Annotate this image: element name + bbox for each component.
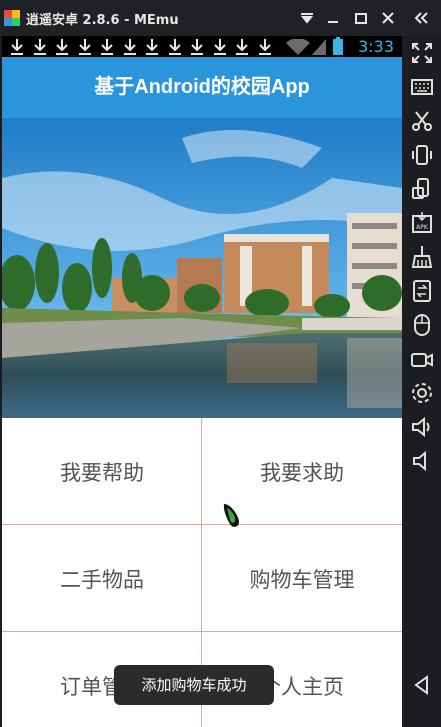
- download-icon: [236, 39, 248, 55]
- download-icon: [168, 39, 181, 55]
- broom-icon[interactable]: [409, 244, 435, 270]
- rotate-icon[interactable]: [409, 176, 435, 202]
- download-icon: [101, 39, 113, 55]
- svg-text:APK: APK: [416, 224, 429, 231]
- minimize-icon[interactable]: [320, 6, 346, 30]
- wifi-icon: [286, 39, 310, 55]
- menu-label: 二手物品: [60, 567, 144, 592]
- pin-icon[interactable]: [294, 6, 320, 30]
- cart-management-button[interactable]: 购物车管理: [202, 525, 402, 632]
- collapse-sidebar-icon[interactable]: [408, 6, 434, 30]
- emulator-sidebar: APK: [404, 36, 441, 727]
- volume-up-icon[interactable]: [409, 414, 435, 440]
- video-record-icon[interactable]: [409, 346, 435, 372]
- status-time: 3:33: [358, 37, 394, 56]
- close-icon[interactable]: [375, 6, 401, 30]
- maximize-icon[interactable]: [348, 6, 374, 30]
- battery-icon: [333, 37, 343, 55]
- grid-divider: [2, 631, 402, 632]
- window-title: 逍遥安卓 2.8.6 - MEmu: [26, 13, 179, 28]
- android-screen: 3:33 基于Android的校园App 我要帮助 我要求助 二手物品 购物车管…: [2, 36, 402, 727]
- fullscreen-icon[interactable]: [409, 40, 435, 66]
- download-icon: [11, 39, 23, 55]
- download-icon: [146, 39, 158, 55]
- signal-icon: [312, 39, 326, 55]
- volume-down-icon[interactable]: [409, 448, 435, 474]
- transfer-icon[interactable]: [409, 278, 435, 304]
- download-icon: [56, 39, 68, 55]
- keyboard-icon[interactable]: [409, 74, 435, 100]
- shake-icon[interactable]: [409, 142, 435, 168]
- menu-label: 我要求助: [260, 460, 344, 485]
- status-bar: 3:33: [2, 36, 402, 57]
- settings-icon[interactable]: [409, 380, 435, 406]
- grid-divider: [2, 524, 402, 525]
- download-icon: [191, 39, 203, 55]
- download-icon: [78, 39, 91, 55]
- menu-label: 购物车管理: [249, 567, 355, 592]
- scissors-icon[interactable]: [409, 108, 435, 134]
- app-bar: 基于Android的校园App: [2, 57, 402, 118]
- campus-banner-image: [2, 118, 402, 418]
- memu-logo-icon: [4, 10, 20, 26]
- mouse-icon[interactable]: [409, 312, 435, 338]
- toast-message: 添加购物车成功: [114, 665, 274, 705]
- download-icon: [123, 39, 136, 55]
- download-icon: [258, 39, 271, 55]
- menu-label: 我要帮助: [60, 460, 144, 485]
- emulator-titlebar: 逍遥安卓 2.8.6 - MEmu: [0, 0, 441, 36]
- app-title: 基于Android的校园App: [94, 76, 310, 98]
- apk-icon[interactable]: APK: [409, 210, 435, 236]
- download-icon: [213, 39, 226, 55]
- mouse-cursor-icon: [223, 504, 239, 527]
- download-icon: [33, 39, 46, 55]
- help-others-button[interactable]: 我要帮助: [2, 418, 202, 525]
- back-icon[interactable]: [409, 672, 435, 698]
- second-hand-items-button[interactable]: 二手物品: [2, 525, 202, 632]
